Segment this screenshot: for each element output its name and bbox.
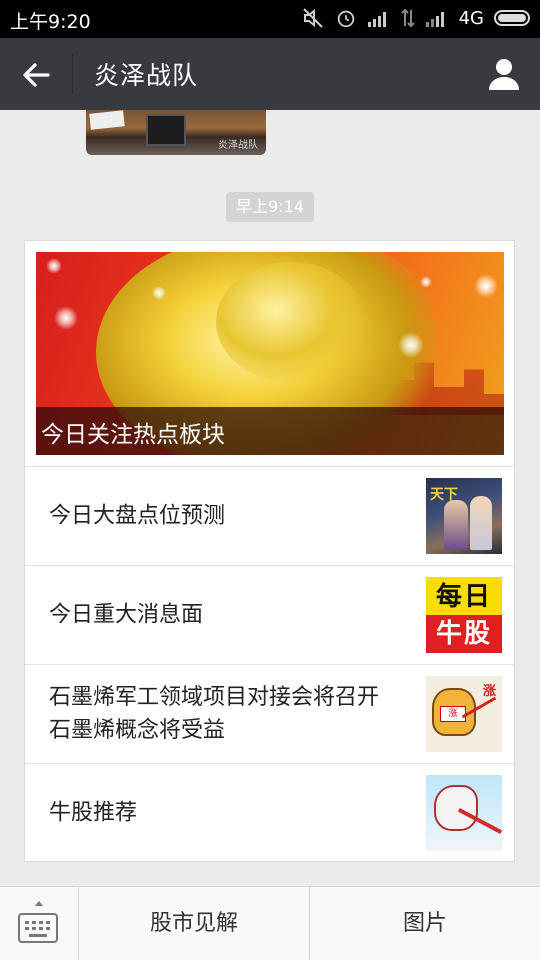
person-icon[interactable] [486,56,522,92]
article-thumbnail [426,775,502,851]
cover-title: 今日关注热点板块 [41,422,225,448]
signal-icon [425,12,444,27]
image-watermark: 炎泽战队 [218,140,258,151]
keyboard-toggle-button[interactable] [0,887,79,960]
article-item[interactable]: 牛股推荐 [25,763,514,861]
article-title: 牛股推荐 [49,800,138,825]
article-title: 今日重大消息面 [49,602,204,627]
menu-tab-stock-views[interactable]: 股市见解 [79,887,310,960]
article-item[interactable]: 石墨烯军工领域项目对接会将召开 石墨烯概念将受益 涨 涨 [25,664,514,762]
message-timestamp: 早上9:14 [226,192,314,222]
article-thumbnail: 涨 涨 [426,676,502,752]
article-item[interactable]: 今日大盘点位预测 天下 [25,466,514,564]
status-bar: 上午9:20 4G [0,0,540,38]
page-title: 炎泽战队 [94,61,199,90]
title-divider [72,54,73,94]
signal-icon [367,12,386,27]
chat-header: 炎泽战队 [0,38,540,110]
status-icons: 4G [301,6,530,30]
mute-icon [302,8,323,28]
alarm-icon [337,10,354,28]
keyboard-icon [18,913,58,943]
battery-icon [494,10,530,26]
back-arrow-icon[interactable] [18,56,56,94]
previous-image-message[interactable]: 炎泽战队 [86,110,266,155]
article-thumbnail: 天下 [426,478,502,554]
article-title: 石墨烯军工领域项目对接会将召开 石墨烯概念将受益 [49,684,380,743]
article-title: 今日大盘点位预测 [49,503,226,528]
status-time: 上午9:20 [10,11,91,33]
data-transfer-icon [400,8,415,28]
bottom-menu-bar: 股市见解 图片 [0,886,540,960]
caret-up-icon [35,901,43,906]
article-item[interactable]: 今日重大消息面 每日 牛股 [25,565,514,663]
article-thumbnail: 每日 牛股 [426,577,502,653]
menu-tab-images[interactable]: 图片 [310,887,540,960]
article-card: 今日关注热点板块 今日大盘点位预测 天下 今日重大消息面 每日 牛股 石墨烯军工… [24,240,515,862]
network-type: 4G [458,7,484,29]
article-cover[interactable]: 今日关注热点板块 [36,252,504,455]
